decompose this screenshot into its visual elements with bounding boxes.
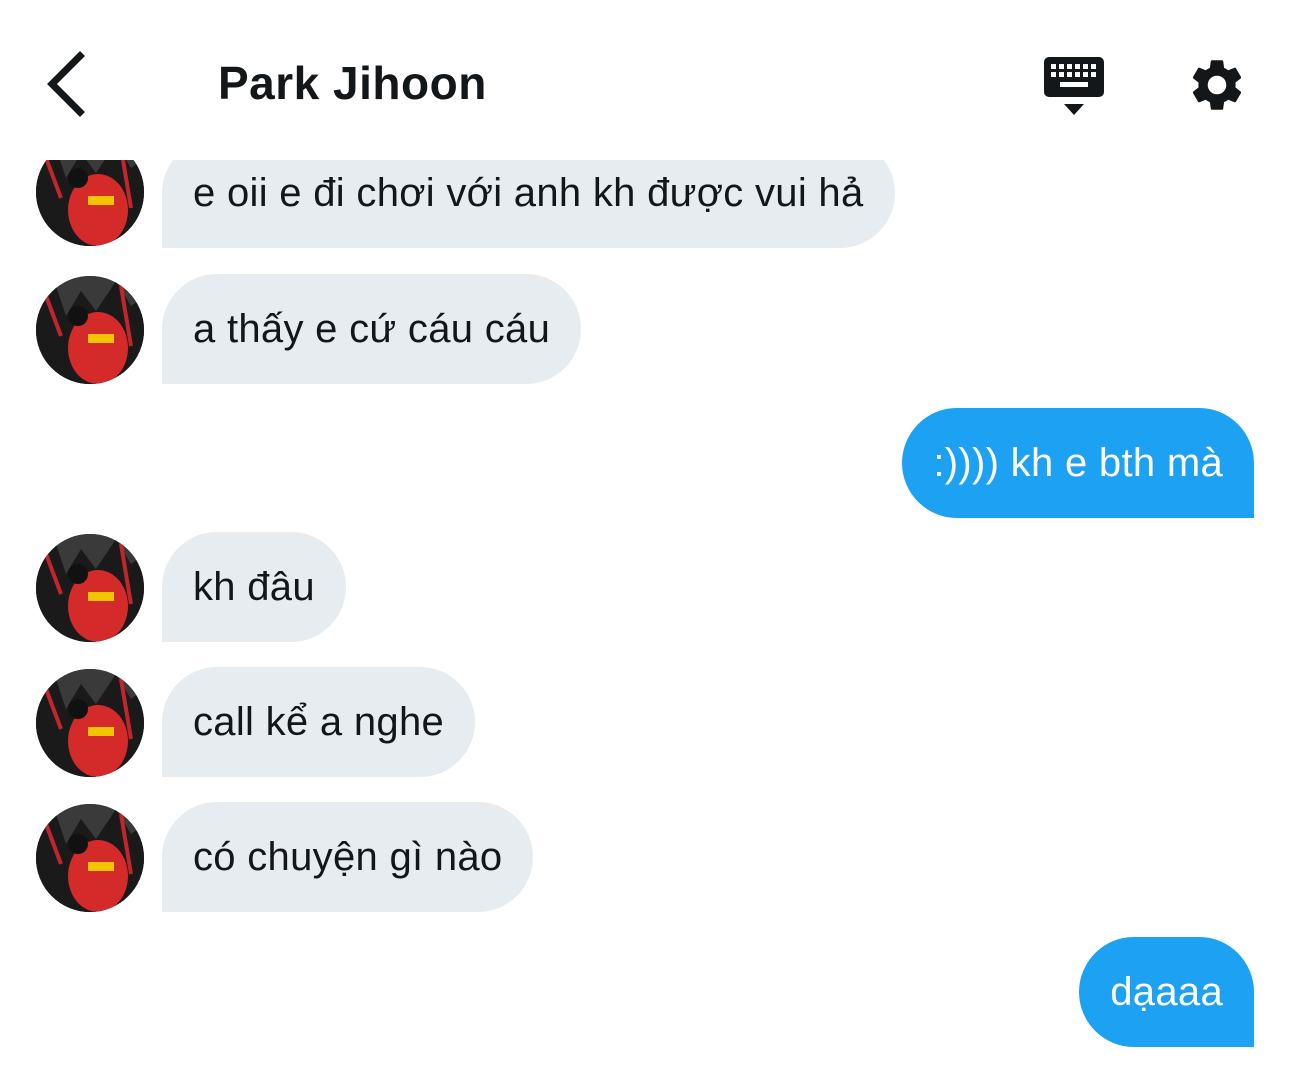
- incoming-message-bubble[interactable]: có chuyện gì nào: [162, 802, 534, 912]
- message-row: dạaaa: [0, 937, 1290, 1047]
- gear-icon: [1192, 60, 1242, 110]
- conversation-title: Park Jihoon: [218, 57, 487, 109]
- message-row: call kể a nghe: [0, 667, 1290, 777]
- message-row: a thấy e cứ cáu cáu: [0, 274, 1290, 384]
- avatar-image: [36, 534, 144, 642]
- avatar[interactable]: [36, 669, 144, 777]
- avatar-image: [36, 804, 144, 912]
- incoming-message-bubble[interactable]: kh đâu: [162, 532, 346, 642]
- keyboard-icon: [1044, 57, 1104, 115]
- avatar-image: [36, 276, 144, 384]
- back-button[interactable]: [38, 48, 98, 120]
- outgoing-message-bubble[interactable]: dạaaa: [1079, 937, 1254, 1047]
- chevron-left-icon: [47, 51, 85, 117]
- message-row: có chuyện gì nào: [0, 802, 1290, 912]
- incoming-message-bubble[interactable]: call kể a nghe: [162, 667, 476, 777]
- message-row: kh đâu: [0, 532, 1290, 642]
- avatar[interactable]: [36, 534, 144, 642]
- message-thread: e oii e đi chơi với anh kh được vui hả a…: [0, 0, 1290, 1080]
- conversation-header: Park Jihoon: [0, 0, 1290, 160]
- settings-button[interactable]: [1186, 54, 1248, 116]
- incoming-message-bubble[interactable]: a thấy e cứ cáu cáu: [162, 274, 582, 384]
- keyboard-toggle-button[interactable]: [1040, 54, 1108, 120]
- outgoing-message-bubble[interactable]: :)))) kh e bth mà: [902, 408, 1254, 518]
- avatar-image: [36, 669, 144, 777]
- avatar[interactable]: [36, 276, 144, 384]
- avatar[interactable]: [36, 804, 144, 912]
- message-row: :)))) kh e bth mà: [0, 408, 1290, 518]
